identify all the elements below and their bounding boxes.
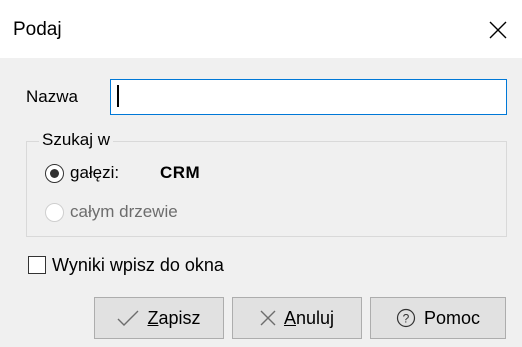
save-button-label: Zapisz	[147, 307, 201, 328]
checkmark-icon	[117, 310, 139, 326]
radio-whole-tree-label: całym drzewie	[70, 202, 178, 221]
name-input[interactable]	[110, 79, 507, 115]
dialog-window: Podaj Nazwa Szukaj w gałęzi: CRM całym d…	[0, 0, 522, 347]
branch-value: CRM	[160, 163, 201, 182]
close-icon	[489, 21, 507, 39]
name-label: Nazwa	[26, 87, 78, 106]
svg-text:?: ?	[403, 312, 410, 326]
help-button-label: Pomoc	[423, 307, 481, 328]
radio-whole-tree-button[interactable]	[45, 202, 64, 222]
radio-branch-label: gałęzi:	[70, 163, 120, 182]
radio-branch[interactable]: gałęzi:	[45, 162, 119, 184]
results-checkbox-row[interactable]: Wyniki wpisz do okna	[28, 254, 224, 276]
close-button[interactable]	[484, 16, 512, 44]
cancel-button-label: Anuluj	[283, 307, 335, 328]
search-in-legend: Szukaj w	[39, 129, 114, 151]
radio-whole-tree[interactable]: całym drzewie	[45, 201, 178, 223]
close-icon	[260, 310, 276, 326]
title-bar: Podaj	[0, 0, 522, 58]
cancel-button[interactable]: Anuluj	[232, 297, 362, 339]
help-button[interactable]: ? Pomoc	[370, 297, 506, 339]
results-checkbox-label: Wyniki wpisz do okna	[52, 255, 224, 275]
save-button[interactable]: Zapisz	[94, 297, 224, 339]
window-title: Podaj	[13, 19, 62, 40]
text-caret	[117, 85, 119, 107]
radio-branch-button[interactable]	[45, 163, 64, 183]
question-circle-icon: ?	[396, 308, 416, 328]
results-checkbox[interactable]	[28, 256, 46, 274]
